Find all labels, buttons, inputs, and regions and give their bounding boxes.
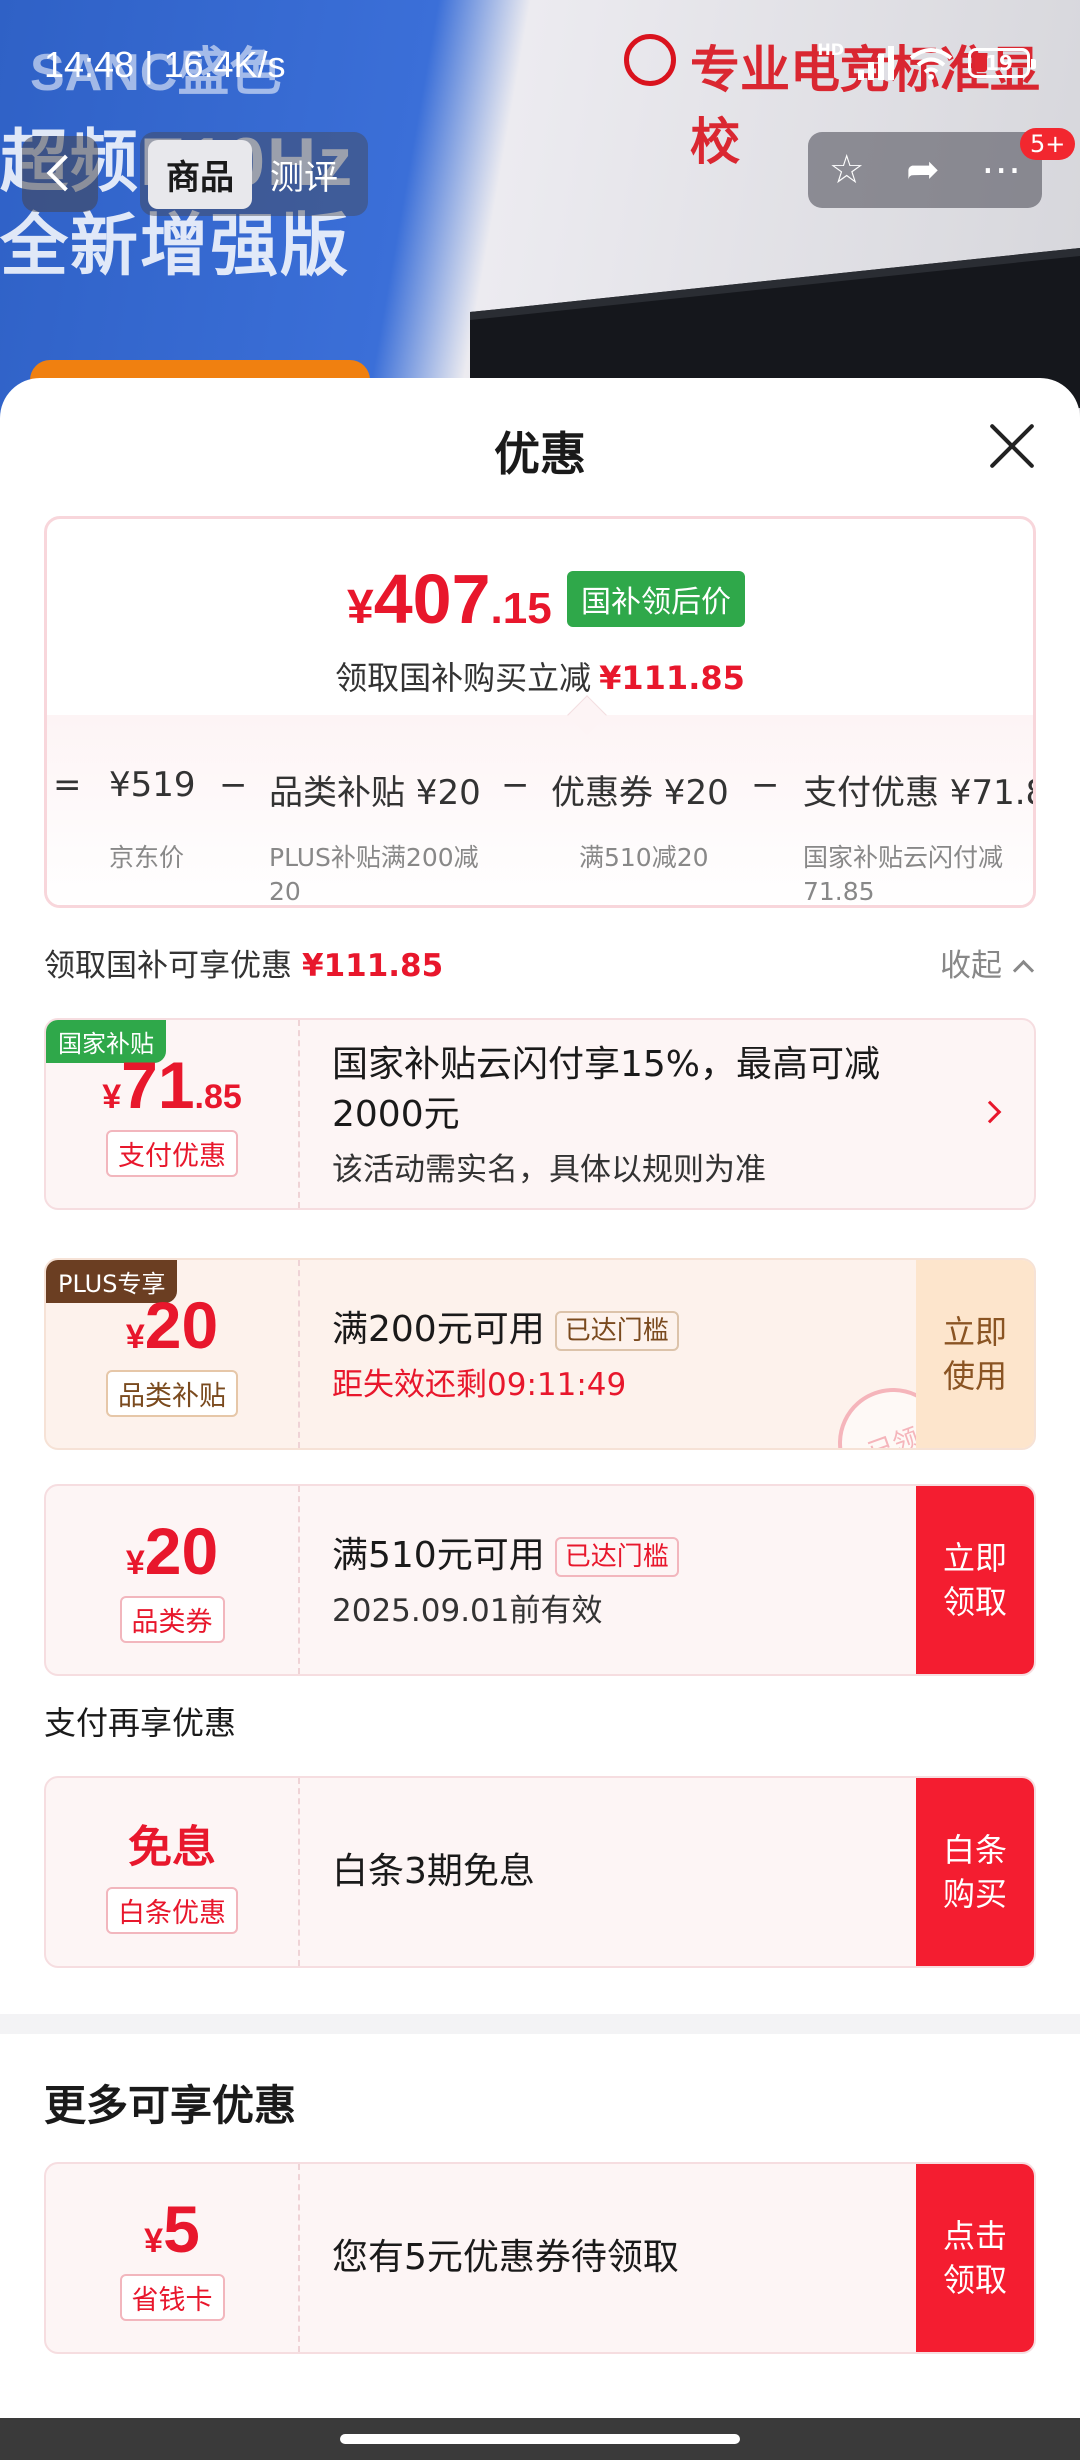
threshold-tag: 已达门槛 [554,1310,679,1351]
back-button[interactable] [22,136,98,212]
dashed-divider [298,1020,300,1208]
formula-coupon: 优惠券 ¥20 [551,773,729,813]
coupon-desc: 该活动需实名，具体以规则为准 [332,1151,766,1188]
dashed-divider [298,1778,300,1966]
coupon-info: 您有5元优惠券待领取 [332,2164,914,2352]
collapse-button[interactable]: 收起 [940,940,1031,985]
battery-level: 19 [985,51,1013,75]
price-summary: ¥407.15 国补领后价 领取国补购买立减 ¥111.85 [47,519,1033,715]
battery-icon: 19 [968,48,1036,78]
hd-label: HD [817,39,844,59]
banner-line-2: 全新增强版 [0,208,351,284]
coupon-title: 满510元可用 已达门槛 [332,1531,914,1581]
discount-sheet: 优惠 ¥407.15 国补领后价 领取国补购买立减 ¥111.85 = ¥519 … [0,378,1080,2418]
dashed-divider [298,1486,300,1674]
nav-actions: ☆ ➦ ⋯ [808,132,1042,208]
coupon-info: 国家补贴云闪付享15%，最高可减2000元 该活动需实名，具体以规则为准 [332,1020,914,1208]
message-badge: 5+ [1020,128,1076,160]
sheet-title: 优惠 [494,427,586,481]
claim-now-button[interactable]: 立即领取 [916,1486,1034,1674]
coupon-amount: ¥20 [125,1287,219,1362]
price-breakdown: ¥407.15 国补领后价 领取国补购买立减 ¥111.85 = ¥519 − 品… [44,516,1036,908]
coupon-info: 满510元可用 已达门槛 2025.09.01前有效 [332,1486,914,1674]
tab-product[interactable]: 商品 [148,139,252,209]
coupon-baitiao: 免息 白条优惠 白条3期免息 白条购买 [44,1776,1036,1968]
coupon-title: 满200元可用 已达门槛 [332,1305,914,1355]
status-bar: 14:48 | 16.4K/s HD 19 [0,0,1080,130]
minus-sign: − [501,765,530,805]
threshold-tag: 已达门槛 [554,1536,679,1577]
section-header: 领取国补可享优惠 ¥111.85 [44,948,444,984]
coupon-title: 国家补贴云闪付享15%，最高可减2000元 [332,1043,881,1135]
minus-sign: − [219,765,248,805]
formula-sub-plus: PLUS补贴满200减20 [269,843,479,906]
product-tabs: 商品 测评 [140,132,368,216]
coupon-amount: ¥71.85 [102,1047,242,1122]
use-now-button[interactable]: 立即使用 [916,1260,1034,1448]
baitiao-buy-button[interactable]: 白条购买 [916,1778,1034,1966]
star-icon[interactable]: ☆ [829,150,865,190]
home-indicator[interactable] [340,2434,740,2444]
formula-sub-jd: 京东价 [109,843,185,872]
coupon-amount: ¥20 [125,1513,219,1588]
coupon-national-subsidy[interactable]: 国家补贴 ¥71.85 支付优惠 国家补贴云闪付享15%，最高可减2000元 该… [44,1018,1036,1210]
status-icons: HD 19 [817,40,1036,80]
coupon-type-chip: 省钱卡 [119,2273,225,2321]
minus-sign: − [751,765,780,805]
coupon-amount-block: ¥71.85 支付优惠 [46,1020,298,1208]
coupon-info: 满200元可用 已达门槛 距失效还剩09:11:49 [332,1260,914,1448]
close-icon[interactable] [988,422,1036,470]
coupon-plus-category: PLUS专享 ¥20 品类补贴 满200元可用 已达门槛 距失效还剩09:11:4… [44,1258,1036,1450]
more-icon[interactable]: ⋯ [981,150,1021,190]
coupon-amount-block: ¥5 省钱卡 [46,2164,298,2352]
section-amount: ¥111.85 [302,948,444,984]
more-offers-title: 更多可享优惠 [44,2081,297,2130]
coupon-title: 您有5元优惠券待领取 [332,2237,679,2278]
coupon-amount-block: ¥20 品类补贴 [46,1260,298,1448]
saving-amount: ¥111.85 [599,659,745,697]
coupon-savings-card: ¥5 省钱卡 您有5元优惠券待领取 点击领取 [44,2162,1036,2354]
signal-icon [858,46,894,80]
formula-jd-price: ¥519 [109,765,196,805]
wifi-icon [909,48,953,80]
click-claim-button[interactable]: 点击领取 [916,2164,1034,2352]
coupon-info: 白条3期免息 [332,1778,914,1966]
formula-sub-coupon: 满510减20 [579,843,709,872]
pay-section-label: 支付再享优惠 [44,1704,237,1742]
coupon-type-chip: 支付优惠 [106,1129,238,1177]
price-formula: = ¥519 − 品类补贴 ¥20 − 优惠券 ¥20 − 支付优惠 ¥71.8… [47,715,1033,906]
interest-free-label: 免息 [128,1821,216,1873]
coupon-category: ¥20 品类券 满510元可用 已达门槛 2025.09.01前有效 立即领取 [44,1484,1036,1676]
dashed-divider [298,1260,300,1448]
tab-review[interactable]: 测评 [252,140,356,209]
gesture-bar [0,2418,1080,2460]
coupon-amount-block: ¥20 品类券 [46,1486,298,1674]
coupon-amount: ¥5 [144,2191,200,2266]
coupon-title: 白条3期免息 [332,1851,535,1892]
coupon-amount-block: 免息 白条优惠 [46,1778,298,1966]
formula-category-subsidy: 品类补贴 ¥20 [269,773,481,813]
coupon-countdown: 距失效还剩09:11:49 [332,1366,627,1403]
final-price: ¥407.15 [347,560,552,638]
dashed-divider [298,2164,300,2352]
formula-payment: 支付优惠 ¥71.85 [803,773,1033,813]
price-subtitle: 领取国补购买立减 ¥111.85 [335,659,745,697]
share-icon[interactable]: ➦ [906,150,940,190]
coupon-type-chip: 品类券 [119,1595,225,1643]
price-badge: 国补领后价 [567,571,745,627]
chevron-right-icon[interactable] [978,1100,1002,1124]
coupon-type-chip: 品类补贴 [106,1369,238,1417]
coupon-type-chip: 白条优惠 [106,1886,238,1934]
status-time: 14:48 | 16.4K/s [44,44,286,85]
section-separator [0,2014,1080,2034]
equals-sign: = [53,765,82,805]
coupon-validity: 2025.09.01前有效 [332,1592,603,1629]
formula-sub-payment: 国家补贴云闪付减71.85 [803,843,1004,906]
